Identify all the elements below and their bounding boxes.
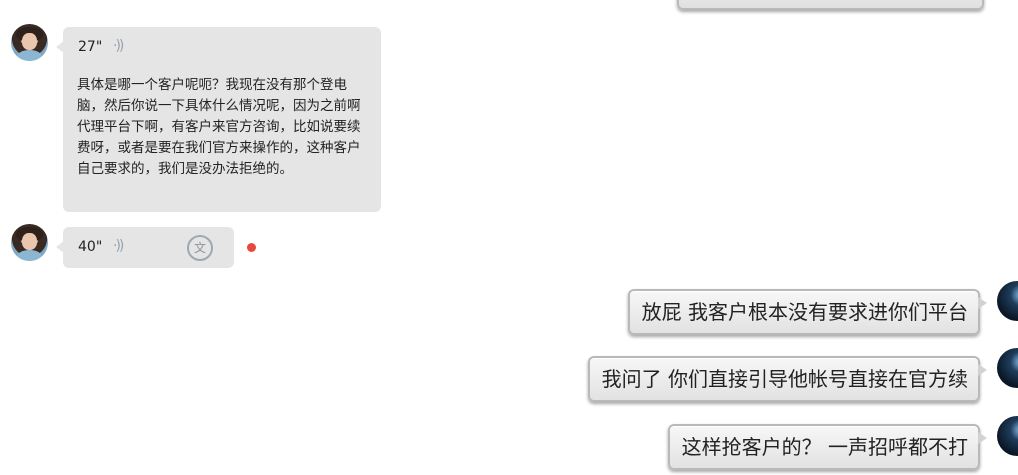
unread-indicator [247,243,256,252]
voice-wave-icon[interactable]: ·)) [113,38,124,54]
message-text: 我问了 你们直接引导他帐号直接在官方续 [601,367,968,391]
contact-avatar[interactable] [11,24,48,61]
my-avatar[interactable] [997,348,1018,388]
voice-duration: 40" [78,239,103,255]
my-avatar[interactable] [997,416,1018,456]
message-text: 这样抢客户的？ 一声招呼都不打 [681,435,968,459]
voice-message-bubble[interactable]: 40" ·)) 文 [56,227,234,268]
my-avatar[interactable] [997,281,1018,321]
voice-transcript: 具体是哪一个客户呢呃？我现在没有那个登电脑，然后你说一下具体什么情况呢，因为之前… [77,77,361,177]
translate-icon[interactable]: 文 [187,235,213,261]
message-text: 放屁 我客户根本没有要求进你们平台 [641,300,968,324]
voice-duration: 27" [78,39,103,55]
partial-message-bubble [677,0,984,10]
sent-message-bubble[interactable]: 这样抢客户的？ 一声招呼都不打 [667,424,988,470]
sent-message-bubble[interactable]: 放屁 我客户根本没有要求进你们平台 [627,289,988,335]
voice-wave-icon[interactable]: ·)) [113,238,124,254]
contact-avatar[interactable] [11,224,48,261]
sent-message-bubble[interactable]: 我问了 你们直接引导他帐号直接在官方续 [587,356,988,402]
voice-message-bubble[interactable]: 27" ·)) 具体是哪一个客户呢呃？我现在没有那个登电脑，然后你说一下具体什么… [56,27,381,212]
